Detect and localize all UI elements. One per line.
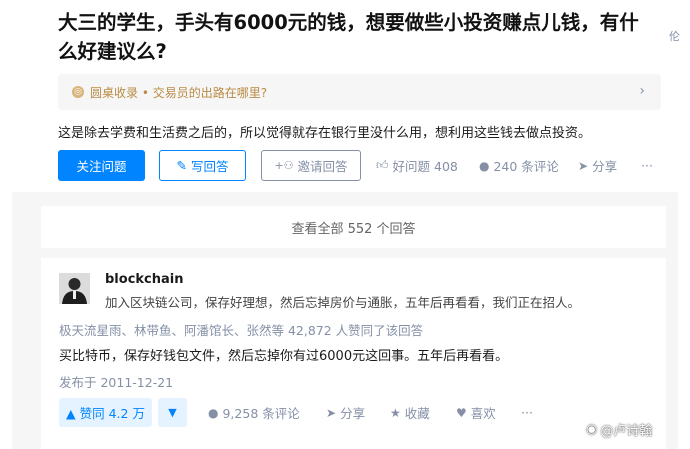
answer-content: 买比特币，保存好钱包文件，然后忘掉你有过6000元这回事。五年后再看看。 [59, 349, 509, 364]
question-title: 大三的学生，手头有6000元的钱，想要做些小投资赚点儿钱，有什么好建议么? [58, 11, 639, 63]
answer-card: blockchain 加入区块链公司，保存好理想，然后忘掉房价与通胀，五年后再看… [41, 258, 666, 449]
answer-more-button[interactable]: ··· [521, 398, 533, 427]
question-description: 这是除去学费和生活费之后的，所以觉得就存在银行里没什么用，想利用这些钱去做点投资… [58, 126, 592, 141]
author-name[interactable]: blockchain [105, 272, 184, 287]
answer-share-button[interactable]: ➤ 分享 [326, 398, 365, 427]
comment-icon: ● [208, 405, 219, 420]
question-share-button[interactable]: ➤ 分享 [578, 150, 617, 181]
follow-question-button[interactable]: 关注问题 [58, 150, 145, 181]
question-more-button[interactable]: ··· [641, 150, 653, 181]
pencil-icon: ✎ [176, 158, 187, 173]
comment-icon: ● [479, 158, 490, 173]
favorite-button[interactable]: ★ 收藏 [390, 398, 430, 427]
watermark: ◉ @卢诗翰 [586, 420, 652, 439]
like-button[interactable]: ♥ 喜欢 [456, 398, 496, 427]
roundtable-banner[interactable]: ◎ 圆桌收录 • 交易员的出路在哪里? › [58, 74, 661, 110]
roundtable-icon: ◎ [72, 86, 84, 98]
thumbs-up-icon: 👍︎ [376, 158, 389, 172]
author-bio: 加入区块链公司，保存好理想，然后忘掉房价与通胀，五年后再看看，我们正在招人。 [105, 295, 581, 310]
side-glyph: 伦 [669, 30, 680, 43]
question-actions: 关注问题 ✎ 写回答 +⚇ 邀请回答 👍︎ 好问题 408 ● 240 条评论 … [58, 150, 668, 181]
answer-comments-label: 9,258 条评论 [222, 406, 300, 421]
upvote-label: ▲ 赞同 4.2 万 [66, 406, 145, 421]
write-answer-label: 写回答 [190, 159, 229, 174]
avatar-image [59, 273, 90, 304]
weibo-icon: ◉ [586, 422, 598, 437]
answer-comments-button[interactable]: ● 9,258 条评论 [208, 398, 300, 427]
share-icon: ➤ [326, 405, 337, 420]
invite-answer-label: 邀请回答 [297, 159, 348, 174]
avatar[interactable] [59, 273, 90, 304]
question-comments-button[interactable]: ● 240 条评论 [479, 150, 559, 181]
more-icon: ··· [521, 405, 533, 420]
roundtable-label: 圆桌收录 • 交易员的出路在哪里? [90, 85, 268, 100]
answer-date[interactable]: 发布于 2011-12-21 [59, 372, 173, 391]
follow-question-label: 关注问题 [76, 159, 127, 174]
invite-answer-button[interactable]: +⚇ 邀请回答 [261, 150, 361, 181]
view-all-answers-button[interactable]: 查看全部 552 个回答 [41, 206, 666, 248]
downvote-button[interactable]: ▼ [158, 398, 187, 427]
heart-icon: ♥ [456, 405, 467, 420]
view-all-answers-label: 查看全部 552 个回答 [291, 221, 416, 237]
add-user-icon: +⚇ [274, 159, 294, 172]
upvote-button[interactable]: ▲ 赞同 4.2 万 [59, 398, 152, 427]
star-icon: ★ [390, 405, 401, 420]
chevron-right-icon: › [639, 83, 645, 99]
more-icon: ··· [641, 158, 653, 173]
like-label: 喜欢 [470, 406, 496, 421]
voters-summary[interactable]: 极天流星雨、林带鱼、阿潘馆长、张然等 42,872 人赞同了该回答 [59, 320, 423, 339]
watermark-text: @卢诗翰 [600, 424, 653, 439]
favorite-label: 收藏 [404, 406, 430, 421]
good-question-label: 好问题 408 [392, 159, 458, 174]
share-icon: ➤ [578, 158, 589, 173]
question-comments-label: 240 条评论 [493, 159, 559, 174]
answer-share-label: 分享 [340, 406, 366, 421]
downvote-icon: ▼ [168, 406, 177, 419]
write-answer-button[interactable]: ✎ 写回答 [159, 150, 246, 181]
good-question-button[interactable]: 👍︎ 好问题 408 [376, 150, 458, 181]
question-share-label: 分享 [592, 159, 618, 174]
